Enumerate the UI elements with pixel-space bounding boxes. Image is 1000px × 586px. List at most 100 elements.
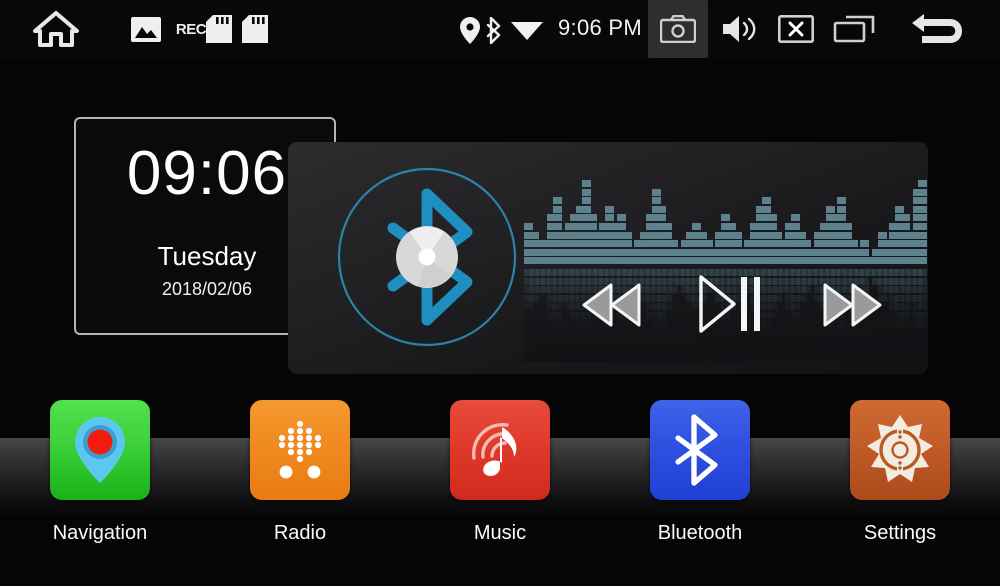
bluetooth-app-icon[interactable] — [650, 400, 750, 500]
status-bar-clock: 9:06 PM — [558, 15, 643, 40]
equalizer-bar-reflection — [895, 320, 905, 328]
equalizer-bar — [698, 231, 707, 239]
dock-label-bluetooth: Bluetooth — [657, 522, 743, 544]
equalizer-bar — [605, 205, 615, 213]
dock-label-settings: Settings — [863, 522, 937, 544]
gear-star-icon[interactable] — [850, 400, 950, 500]
bluetooth-disc-icon — [336, 166, 518, 348]
equalizer-bar — [529, 231, 539, 239]
equalizer-bar — [657, 205, 667, 213]
equalizer-bar — [657, 214, 667, 222]
play-pause-button[interactable] — [694, 270, 766, 338]
dock-item-radio[interactable]: Radio — [200, 400, 400, 586]
equalizer-bar — [587, 223, 597, 230]
equalizer-bar-reflection — [918, 269, 928, 276]
sdcard-icon-2[interactable] — [238, 15, 272, 43]
equalizer-bar — [918, 248, 928, 256]
radio-dots-icon[interactable] — [250, 400, 350, 500]
equalizer-bar — [524, 223, 533, 230]
equalizer-bar — [825, 205, 835, 213]
back-icon[interactable] — [908, 10, 970, 48]
equalizer-bar-reflection — [918, 286, 928, 294]
equalizer-bar-reflection — [767, 303, 777, 311]
equalizer-bar — [703, 240, 713, 248]
equalizer-bar-reflection — [901, 312, 910, 319]
bluetooth-status-icon — [484, 16, 506, 44]
equalizer-bar — [727, 223, 736, 230]
equalizer-bar — [773, 231, 783, 239]
sdcard-icon-1[interactable] — [202, 15, 236, 43]
equalizer-bar — [918, 257, 928, 265]
equalizer-bar-reflection — [553, 312, 562, 319]
dock-label-radio: Radio — [273, 522, 327, 544]
equalizer-bar — [761, 205, 771, 213]
equalizer-bar-reflection — [529, 294, 539, 302]
equalizer-bar-reflection — [657, 320, 667, 328]
equalizer-bar-reflection — [524, 303, 533, 311]
equalizer-bar-reflection — [802, 286, 812, 294]
equalizer-bar — [918, 223, 928, 230]
equalizer-bar-reflection — [918, 277, 928, 285]
equalizer-bar — [843, 223, 852, 230]
equalizer-bar — [761, 197, 771, 205]
equalizer-bar-reflection — [553, 303, 562, 311]
camera-icon[interactable] — [648, 0, 708, 58]
equalizer-bar-reflection — [918, 294, 928, 302]
equalizer-bar — [582, 188, 591, 196]
app-dock: Navigation Radio Music Bluetooth Setting… — [0, 400, 1000, 586]
equalizer-bar — [651, 188, 661, 196]
dock-item-navigation[interactable]: Navigation — [0, 400, 200, 586]
equalizer-bar — [843, 231, 852, 239]
equalizer-bar-reflection — [790, 303, 800, 311]
equalizer-bar — [692, 223, 702, 230]
head-unit-home-screen: REC 9:06 PM 09:06 Tuesday 2018/02/06 Nav… — [0, 0, 1000, 586]
equalizer-bar-reflection — [767, 312, 777, 319]
equalizer-bar — [651, 197, 661, 205]
equalizer-bar — [918, 197, 928, 205]
equalizer-bar — [790, 223, 800, 230]
wifi-icon — [510, 18, 544, 42]
equalizer-bar-reflection — [657, 312, 667, 319]
equalizer-bar — [669, 240, 678, 248]
previous-track-button[interactable] — [578, 277, 646, 333]
map-pin-icon[interactable] — [50, 400, 150, 500]
gallery-icon[interactable] — [130, 16, 162, 42]
dock-item-bluetooth[interactable]: Bluetooth — [600, 400, 800, 586]
equalizer-bar — [918, 205, 928, 213]
equalizer-bar — [767, 214, 777, 222]
equalizer-bar — [837, 205, 847, 213]
dock-item-music[interactable]: Music — [400, 400, 600, 586]
dock-item-settings[interactable]: Settings — [800, 400, 1000, 586]
equalizer-bar — [622, 231, 632, 239]
equalizer-bar-reflection — [663, 303, 673, 311]
equalizer-bar — [767, 223, 777, 230]
volume-icon[interactable] — [718, 12, 762, 46]
equalizer-bar — [616, 214, 626, 222]
equalizer-bar — [553, 205, 562, 213]
home-icon[interactable] — [26, 8, 86, 50]
close-icon[interactable] — [776, 14, 816, 44]
equalizer-bar — [605, 214, 615, 222]
equalizer-bar-reflection — [918, 320, 928, 328]
status-bar: REC 9:06 PM — [0, 0, 1000, 58]
equalizer-bar-reflection — [773, 294, 783, 302]
music-note-icon[interactable] — [450, 400, 550, 500]
equalizer-bar-reflection — [663, 294, 673, 302]
equalizer-bar — [860, 240, 870, 248]
recent-apps-icon[interactable] — [832, 14, 876, 44]
dock-label-music: Music — [473, 522, 527, 544]
gps-location-icon — [458, 16, 482, 44]
next-track-button[interactable] — [818, 277, 886, 333]
equalizer-bar-reflection — [901, 303, 910, 311]
equalizer-bar — [721, 214, 731, 222]
equalizer-bar — [918, 231, 928, 239]
equalizer-bar — [582, 197, 591, 205]
equalizer-bar — [663, 231, 673, 239]
equalizer-bar — [918, 188, 928, 196]
equalizer-bar — [582, 180, 591, 187]
bluetooth-music-widget[interactable] — [288, 142, 928, 374]
equalizer-bar — [802, 240, 812, 248]
equalizer-bar — [918, 180, 928, 187]
equalizer-bar — [663, 223, 673, 230]
equalizer-bar — [553, 223, 562, 230]
